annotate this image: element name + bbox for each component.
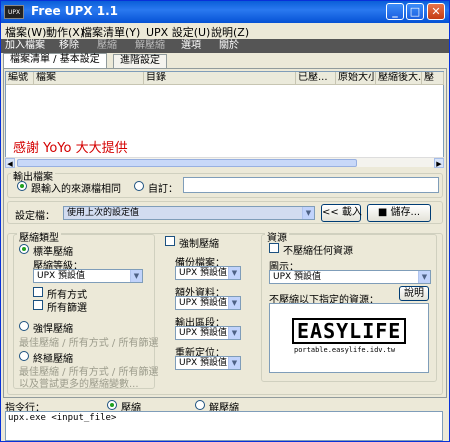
backup-select[interactable]: UPX 預設值 ▼ [175,266,241,280]
column-header[interactable]: 壓 [422,72,444,85]
resources-input[interactable]: EASYLIFE portable.easylife.idv.tw [269,303,429,373]
icon-select[interactable]: UPX 預設值 ▼ [269,270,431,284]
chevron-down-icon: ▼ [228,297,240,309]
ultimate-compress-radio[interactable] [19,351,29,361]
decompress-button[interactable]: 解壓縮 [135,39,165,53]
compress-button[interactable]: 壓縮 [97,39,117,53]
tab-advanced[interactable]: 進階設定 [113,54,167,68]
about-button[interactable]: 關於 [219,39,239,53]
command-compress-radio[interactable] [107,400,117,410]
column-header[interactable]: 檔案 [34,72,144,85]
strong-compress-radio[interactable] [19,321,29,331]
chevron-down-icon: ▼ [130,270,142,282]
title-bar[interactable]: UPX Free UPX 1.1 _ □ ✕ [1,1,449,23]
close-button[interactable]: ✕ [427,3,445,20]
force-compress-label: 強制壓縮 [179,239,219,250]
save-button-label: 儲存... [390,207,421,218]
all-filters-checkbox[interactable] [33,300,43,310]
settings-file-select[interactable]: 使用上次的設定值 ▼ [63,206,315,220]
strong-compress-label: 強悍壓縮 [33,324,73,335]
minimize-button[interactable]: _ [386,3,404,20]
tab-strip: 檔案清單 / 基本設定 進階設定 [1,53,449,68]
relocation-value: UPX 預設值 [179,358,228,368]
standard-compress-label: 標準壓縮 [33,247,73,258]
options-button[interactable]: 選項 [181,39,201,53]
output-same-label: 跟輸入的來源檔相同 [31,184,121,195]
file-list-header: 編號 檔案 目錄 已壓... 原始大小 壓縮後大... 壓 [6,72,444,85]
level-value: UPX 預設值 [37,271,86,281]
level-select[interactable]: UPX 預設值 ▼ [33,269,143,283]
credit-text: 感謝 YoYo 大大提供 [13,141,128,156]
icon-value: UPX 預設值 [273,272,322,282]
relocation-select[interactable]: UPX 預設值 ▼ [175,356,241,370]
chevron-down-icon: ▼ [418,271,430,283]
menu-file[interactable]: 檔案(W) [5,24,46,40]
maximize-button[interactable]: □ [406,3,424,20]
all-filters-label: 所有篩選 [47,303,87,314]
no-compress-resources-checkbox[interactable] [269,243,279,253]
menu-help[interactable]: 說明(Z) [211,24,249,40]
command-decompress-radio[interactable] [195,400,205,410]
chevron-down-icon: ▼ [228,357,240,369]
tab-file-list[interactable]: 檔案清單 / 基本設定 [3,53,107,68]
output-custom-label: 自訂： [148,184,178,195]
easylife-url: portable.easylife.idv.tw [294,346,396,354]
output-path-input[interactable] [183,177,439,193]
no-compress-resources-label: 不壓縮任何資源 [283,246,353,257]
add-file-button[interactable]: 加入檔案 [5,39,45,53]
menu-action[interactable]: 動作(X) [46,24,84,40]
menu-file-list[interactable]: 檔案清單(Y) [81,24,140,40]
save-button[interactable]: ■ 儲存... [367,204,431,222]
scroll-thumb[interactable] [17,159,357,167]
column-header[interactable]: 壓縮後大... [376,72,422,85]
extra-data-value: UPX 預設值 [179,298,228,308]
all-methods-checkbox[interactable] [33,287,43,297]
menu-upx-settings[interactable]: UPX 設定(U) [146,24,210,40]
app-window: UPX Free UPX 1.1 _ □ ✕ 檔案(W) 動作(X) 檔案清單(… [0,0,450,442]
extra-data-select[interactable]: UPX 預設值 ▼ [175,296,241,310]
horizontal-scrollbar[interactable]: ◀ ▶ [5,157,444,168]
menu-bar: 檔案(W) 動作(X) 檔案清單(Y) UPX 設定(U) 說明(Z) [1,23,449,39]
toolbar: 加入檔案 移除 壓縮 解壓縮 選項 關於 [1,39,449,53]
strong-compress-desc: 最佳壓縮 / 所有方式 / 所有篩選 [19,338,159,349]
scroll-left-icon[interactable]: ◀ [5,158,15,168]
help-button[interactable]: 說明 [399,286,429,301]
remove-button[interactable]: 移除 [59,39,79,53]
window-title: Free UPX 1.1 [31,4,119,18]
output-custom-radio[interactable] [134,181,144,191]
column-header[interactable]: 原始大小 [336,72,376,85]
easylife-logo: EASYLIFE [292,318,407,344]
command-bar: 指令行： 壓縮 解壓縮 [3,398,447,414]
load-button[interactable]: << 載入 [321,204,362,222]
chevron-down-icon: ▼ [228,267,240,279]
floppy-disk-icon: ■ [377,207,388,218]
upx-app-icon: UPX [4,5,24,19]
command-line-output[interactable]: upx.exe <input_file> [5,411,443,441]
output-section-select[interactable]: UPX 預設值 ▼ [175,326,241,340]
chevron-down-icon: ▼ [302,207,314,219]
settings-file-value: 使用上次的設定值 [67,208,140,218]
scroll-right-icon[interactable]: ▶ [434,158,444,168]
backup-value: UPX 預設值 [179,268,228,278]
force-compress-checkbox[interactable] [165,236,175,246]
chevron-down-icon: ▼ [228,327,240,339]
column-header[interactable]: 編號 [6,72,34,85]
output-same-radio[interactable] [17,181,27,191]
output-section-value: UPX 預設值 [179,328,228,338]
compress-type-label: 壓縮類型 [17,229,61,244]
column-header[interactable]: 目錄 [144,72,296,85]
column-header[interactable]: 已壓... [296,72,336,85]
settings-file-label: 設定檔： [15,211,55,222]
standard-compress-radio[interactable] [19,244,29,254]
ultimate-compress-desc-2: 以及嘗試更多的壓縮變數... [19,379,139,390]
